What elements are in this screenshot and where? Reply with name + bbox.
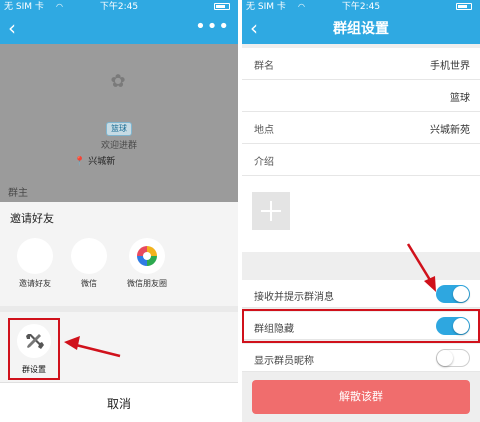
annotation-arrow-right bbox=[406, 243, 436, 292]
left-screen: 无 SIM 卡 ◠ 下午2:45 ‹ ••• ✿ 篮球 欢迎进群 📍 兴城新 群主… bbox=[0, 0, 238, 422]
right-screen: 无 SIM 卡 ◠ 下午2:45 ‹ 群组设置 群名 手机世界 篮球 地点 兴城… bbox=[242, 0, 480, 422]
annotation-arrow-left bbox=[64, 336, 121, 358]
